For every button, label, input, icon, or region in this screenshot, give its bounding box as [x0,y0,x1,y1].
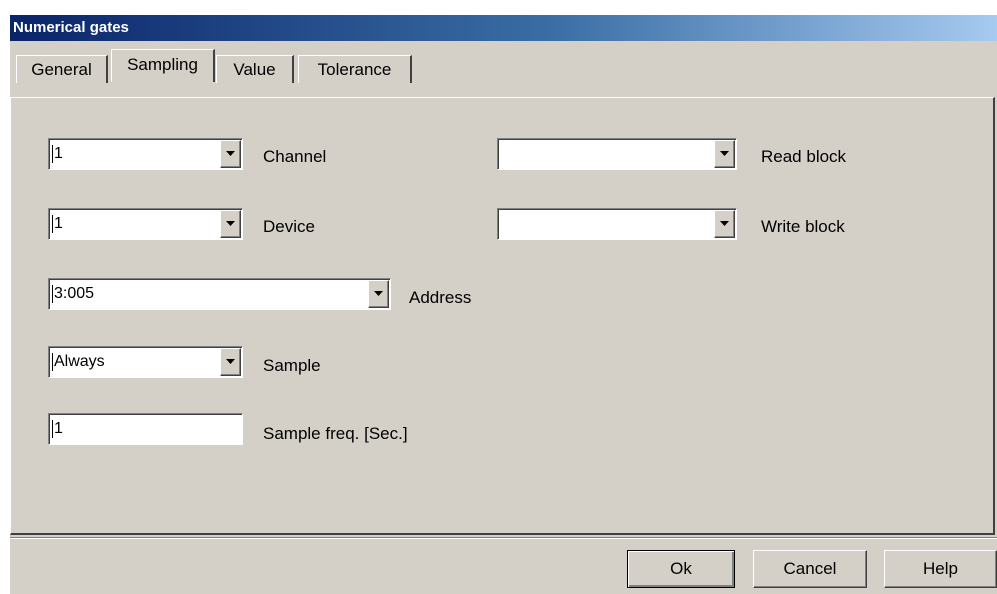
sample-dropdown-button[interactable] [220,348,241,376]
write-block-label: Write block [761,217,845,236]
write-block-value [501,215,502,233]
read-block-combobox[interactable] [497,138,737,170]
device-value: 1 [52,215,63,233]
channel-value: 1 [52,145,63,163]
tab-value[interactable]: Value [216,55,294,83]
sample-freq-input[interactable]: 1 [48,413,243,445]
chevron-down-icon [226,151,235,156]
device-label: Device [263,217,315,236]
channel-label: Channel [263,147,327,166]
tab-value-label: Value [233,60,276,79]
button-separator [10,537,997,539]
address-value: 3:005 [52,285,95,303]
device-dropdown-button[interactable] [220,210,241,238]
read-block-label: Read block [761,147,847,166]
tab-sampling-label: Sampling [127,55,198,74]
tab-strip: General Sampling Value Tolerance [10,41,997,103]
dialog-window: Numerical gates General Sampling Value T… [10,15,997,594]
chevron-down-icon [720,221,729,226]
chevron-down-icon [226,221,235,226]
address-combobox[interactable]: 3:005 [48,278,391,310]
read-block-dropdown-button[interactable] [714,140,735,168]
chevron-down-icon [720,151,729,156]
ok-button[interactable]: Ok [627,550,735,588]
sample-freq-value: 1 [52,420,63,438]
tab-tolerance[interactable]: Tolerance [298,55,412,83]
tab-general-label: General [31,60,92,79]
channel-dropdown-button[interactable] [220,140,241,168]
tab-tolerance-label: Tolerance [317,60,392,79]
sample-combobox[interactable]: Always [48,346,243,378]
chevron-down-icon [374,291,383,296]
sample-freq-label: Sample freq. [Sec.] [263,424,408,443]
tab-general[interactable]: General [16,55,108,83]
chevron-down-icon [226,359,235,364]
address-label: Address [409,288,472,307]
title-bar[interactable]: Numerical gates [10,15,997,41]
cancel-button[interactable]: Cancel [753,550,867,588]
device-combobox[interactable]: 1 [48,208,243,240]
address-dropdown-button[interactable] [368,280,389,308]
write-block-dropdown-button[interactable] [714,210,735,238]
write-block-combobox[interactable] [497,208,737,240]
sample-value: Always [52,353,105,371]
read-block-value [501,145,502,163]
channel-combobox[interactable]: 1 [48,138,243,170]
sample-label: Sample [263,356,321,375]
help-button[interactable]: Help [884,550,997,588]
tab-sampling[interactable]: Sampling [111,49,215,82]
window-title: Numerical gates [13,19,129,36]
